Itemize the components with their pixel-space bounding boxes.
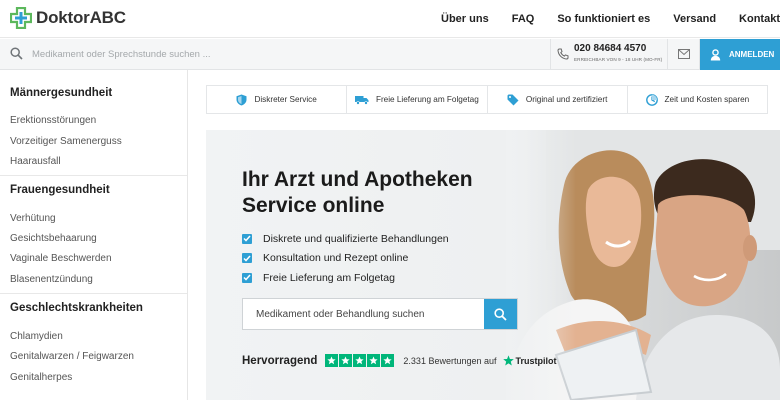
logo-cross-icon <box>10 7 32 29</box>
search-icon <box>494 307 507 321</box>
benefit-item: Konsultation und Rezept online <box>242 250 449 267</box>
benefit-item: Freie Lieferung am Folgetag <box>242 269 449 286</box>
category-title-womens-health[interactable]: Frauengesundheit <box>10 184 110 196</box>
star-rating <box>325 354 395 367</box>
main-nav: Über uns FAQ So funktioniert es Versand … <box>441 0 780 38</box>
logo[interactable]: DoktorABC <box>10 6 126 30</box>
nav-link-shipping[interactable]: Versand <box>673 13 716 25</box>
sidebar-divider <box>0 293 187 294</box>
benefit-item: Diskrete und qualifizierte Behandlungen <box>242 230 449 247</box>
rating-word: Hervorragend <box>242 354 318 367</box>
checkmark-icon <box>242 233 252 244</box>
user-icon <box>710 48 721 60</box>
checkmark-icon <box>242 272 252 283</box>
sidebar-item-hair-loss[interactable]: Haarausfall <box>10 156 61 167</box>
sidebar-divider <box>0 175 187 176</box>
category-sidebar: Männergesundheit Erektionsstörungen Vorz… <box>0 70 188 400</box>
nav-link-about[interactable]: Über uns <box>441 13 489 25</box>
mail-button[interactable] <box>668 39 700 70</box>
logo-text: DoktorABC <box>36 8 126 27</box>
hero-search-button[interactable] <box>484 299 517 329</box>
star-icon <box>381 354 395 367</box>
phone-number: 020 84684 4570 <box>574 43 647 54</box>
search-input[interactable] <box>32 44 512 64</box>
benefit-checklist: Diskrete und qualifizierte Behandlungen … <box>242 230 449 289</box>
trustpilot-logo: Trustpilot <box>502 355 557 366</box>
hero-search-box <box>242 298 518 330</box>
nav-link-faq[interactable]: FAQ <box>512 13 535 25</box>
trustpilot-name: Trustpilot <box>515 355 557 366</box>
trust-label: Freie Lieferung am Folgetag <box>375 95 479 104</box>
phone-hours: ERREICHBAR VON 9 - 18 UHR (MO-FR) <box>574 57 663 62</box>
sidebar-item-contraception[interactable]: Verhütung <box>10 213 56 224</box>
benefit-text: Freie Lieferung am Folgetag <box>263 271 395 284</box>
sidebar-item-premature-ejaculation[interactable]: Vorzeitiger Samenerguss <box>10 136 122 147</box>
hero-search-input[interactable] <box>243 299 484 329</box>
sidebar-item-cystitis[interactable]: Blasenentzündung <box>10 274 93 285</box>
tag-icon <box>507 94 519 105</box>
top-navigation: DoktorABC Über uns FAQ So funktioniert e… <box>0 0 780 38</box>
star-icon <box>353 354 367 367</box>
benefit-text: Diskrete und qualifizierte Behandlungen <box>263 232 449 245</box>
star-icon <box>325 354 339 367</box>
category-title-std[interactable]: Geschlechtskrankheiten <box>10 302 143 314</box>
hero-title: Ihr Arzt und Apotheken Service online <box>242 167 542 219</box>
search-icon[interactable] <box>10 47 23 60</box>
sidebar-item-vaginal-complaints[interactable]: Vaginale Beschwerden <box>10 253 112 264</box>
benefit-text: Konsultation und Rezept online <box>263 252 409 264</box>
login-label: ANMELDEN <box>729 50 775 59</box>
clock-icon <box>645 93 658 106</box>
nav-link-contact[interactable]: Kontakt <box>739 13 780 25</box>
trust-item-delivery: Freie Lieferung am Folgetag <box>346 86 486 113</box>
trust-item-discreet: Diskreter Service <box>207 86 346 113</box>
sidebar-item-genital-herpes[interactable]: Genitalherpes <box>10 372 72 383</box>
truck-icon <box>354 95 369 105</box>
hero-section: Ihr Arzt und Apotheken Service online Di… <box>206 130 780 400</box>
hero-title-line-1: Ihr Arzt und Apotheken <box>242 168 473 191</box>
mail-icon <box>678 49 690 59</box>
star-icon <box>367 354 381 367</box>
sidebar-item-genital-warts[interactable]: Genitalwarzen / Feigwarzen <box>10 351 134 362</box>
login-button[interactable]: ANMELDEN <box>700 39 780 70</box>
trust-label: Zeit und Kosten sparen <box>664 95 750 104</box>
trust-label: Diskreter Service <box>254 95 317 104</box>
review-count: 2.331 Bewertungen auf <box>403 355 497 366</box>
trust-label: Original und zertifiziert <box>525 95 608 104</box>
category-title-mens-health[interactable]: Männergesundheit <box>10 87 112 99</box>
trust-bar: Diskreter Service Freie Lieferung am Fol… <box>206 85 768 114</box>
sidebar-item-erectile-dysfunction[interactable]: Erektionsstörungen <box>10 115 96 126</box>
shield-icon <box>236 94 247 105</box>
trust-item-save: Zeit und Kosten sparen <box>626 86 767 113</box>
hero-title-line-2: Service online <box>242 194 385 217</box>
trust-item-original: Original und zertifiziert <box>486 86 627 113</box>
sidebar-item-chlamydia[interactable]: Chlamydien <box>10 331 63 342</box>
trustpilot-rating[interactable]: Hervorragend 2.331 Bewertungen auf Trust… <box>242 354 557 367</box>
search-bar-row: 020 84684 4570 ERREICHBAR VON 9 - 18 UHR… <box>0 39 780 70</box>
phone-icon <box>557 48 569 60</box>
star-icon <box>339 354 353 367</box>
sidebar-item-facial-hair[interactable]: Gesichtsbehaarung <box>10 233 97 244</box>
checkmark-icon <box>242 253 252 263</box>
nav-link-how-it-works[interactable]: So funktioniert es <box>557 13 650 25</box>
trustpilot-star-icon <box>502 355 514 366</box>
phone-contact[interactable]: 020 84684 4570 ERREICHBAR VON 9 - 18 UHR… <box>550 39 668 70</box>
